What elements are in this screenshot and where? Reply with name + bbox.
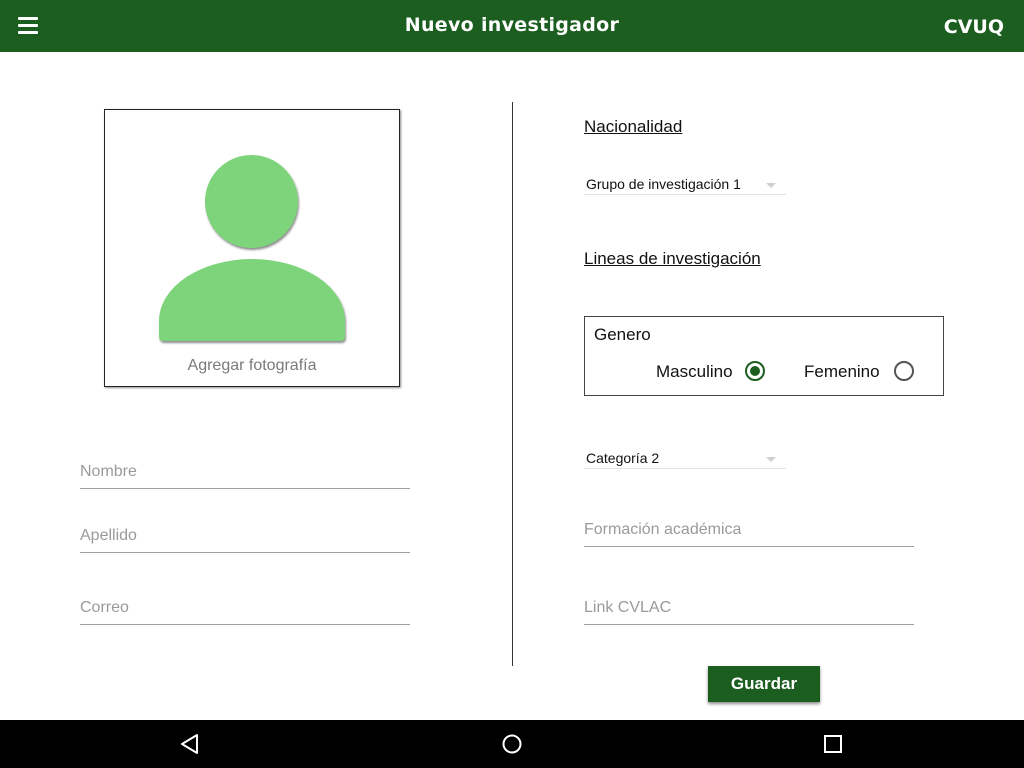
apellido-input[interactable] [80, 522, 410, 550]
nombre-field [80, 458, 410, 489]
person-avatar-body [159, 259, 345, 341]
back-triangle-icon[interactable] [178, 732, 202, 756]
radio-label-femenino: Femenino [804, 362, 880, 381]
dropdown-arrow-icon [766, 183, 776, 188]
app-bar: Nuevo investigador CVUQ [0, 0, 1024, 52]
correo-field [80, 594, 410, 625]
radio-femenino[interactable] [894, 361, 914, 381]
grupo-selected-value: Grupo de investigación 1 [586, 176, 741, 192]
nacionalidad-link[interactable]: Nacionalidad [584, 117, 682, 137]
cvlac-field [584, 594, 914, 625]
formacion-field [584, 516, 914, 547]
recents-square-icon[interactable] [821, 732, 845, 756]
apellido-field [80, 522, 410, 553]
cvlac-input[interactable] [584, 594, 914, 622]
formacion-input[interactable] [584, 516, 914, 544]
home-circle-icon[interactable] [500, 732, 524, 756]
categoria-dropdown[interactable]: Categoría 2 [584, 448, 786, 469]
radio-label-masculino: Masculino [656, 362, 733, 381]
column-divider [512, 102, 513, 666]
categoria-selected-value: Categoría 2 [586, 450, 660, 466]
person-avatar-icon [205, 155, 298, 248]
nombre-input[interactable] [80, 458, 410, 486]
radio-masculino[interactable] [745, 361, 765, 381]
brand-label: CVUQ [943, 16, 1004, 38]
system-nav-bar [0, 720, 1024, 768]
dropdown-arrow-icon [766, 457, 776, 462]
lineas-link[interactable]: Lineas de investigación [584, 249, 761, 269]
genero-title: Genero [594, 325, 651, 344]
page-title: Nuevo investigador [404, 14, 620, 36]
grupo-dropdown[interactable]: Grupo de investigación 1 [584, 174, 786, 195]
add-photo-label: Agregar fotografía [187, 357, 317, 374]
genero-group: Genero Masculino Femenino [584, 316, 944, 396]
add-photo-button[interactable]: Agregar fotografía [104, 109, 400, 387]
correo-input[interactable] [80, 594, 410, 622]
save-button[interactable]: Guardar [708, 666, 820, 702]
